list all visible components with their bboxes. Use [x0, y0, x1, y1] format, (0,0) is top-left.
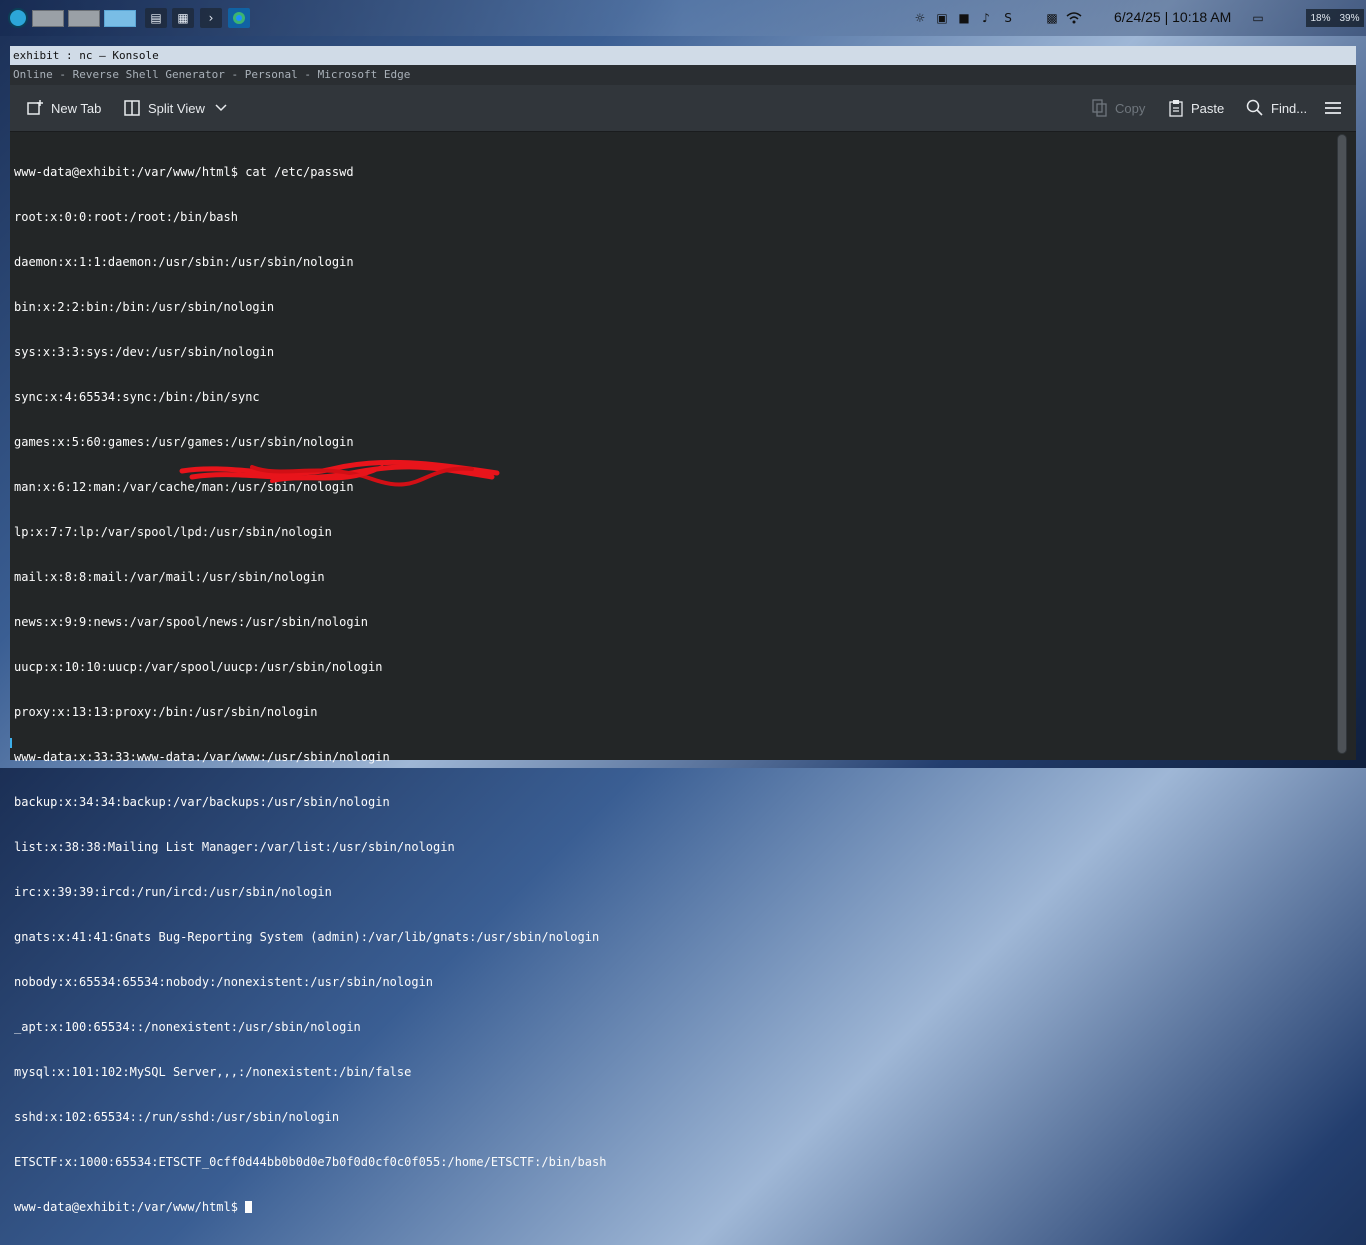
copy-icon: [1092, 99, 1107, 117]
volume-icon[interactable]: ♪: [978, 10, 994, 26]
new-tab-icon: [27, 100, 43, 115]
system-monitor-icon[interactable]: ▤: [145, 8, 167, 28]
file-manager-icon[interactable]: ▦: [172, 8, 194, 28]
terminal-line: games:x:5:60:games:/usr/games:/usr/sbin/…: [14, 435, 354, 449]
terminal-line: sshd:x:102:65534::/run/sshd:/usr/sbin/no…: [14, 1110, 340, 1124]
paste-label: Paste: [1191, 100, 1225, 116]
paste-button[interactable]: Paste: [1168, 85, 1224, 131]
notifications-icon[interactable]: ☼: [912, 10, 928, 26]
terminal-line: ETSCTF:x:1000:65534:ETSCTF_0cff0d44bb0b0…: [14, 1155, 607, 1169]
terminal-line: _apt:x:100:65534::/nonexistent:/usr/sbin…: [14, 1020, 361, 1034]
terminal-line: list:x:38:38:Mailing List Manager:/var/l…: [14, 840, 455, 854]
terminal-prompt-line: www-data@exhibit:/var/www/html$: [14, 1200, 1335, 1215]
terminal-line: root:x:0:0:root:/root:/bin/bash: [14, 210, 238, 224]
chevron-down-icon[interactable]: [215, 104, 227, 112]
terminal-line: mail:x:8:8:mail:/var/mail:/usr/sbin/nolo…: [14, 570, 325, 584]
terminal-line: news:x:9:9:news:/var/spool/news:/usr/sbi…: [14, 615, 369, 629]
find-button[interactable]: Find...: [1246, 85, 1307, 131]
red-scribble-redaction: [179, 459, 500, 487]
text-cursor: [245, 1201, 253, 1213]
konsole-window: exhibit : nc — Konsole Online - Reverse …: [10, 46, 1356, 1214]
terminal-line: daemon:x:1:1:daemon:/usr/sbin:/usr/sbin/…: [14, 255, 354, 269]
virtual-desktop-1[interactable]: [32, 10, 64, 27]
bluetooth-icon[interactable]: Ѕ: [1000, 10, 1016, 26]
window-subtitle: Online - Reverse Shell Generator - Perso…: [10, 65, 1356, 85]
top-panel: ▤ ▦ › ☼ ▣ ■ ♪ Ѕ ▩ 6/24/25 | 10:18 AM ▭ 1…: [0, 0, 1366, 36]
terminal-line: lp:x:7:7:lp:/var/spool/lpd:/usr/sbin/nol…: [14, 525, 332, 539]
terminal-line: mysql:x:101:102:MySQL Server,,,:/nonexis…: [14, 1065, 412, 1079]
display-icon[interactable]: ▩: [1044, 10, 1060, 26]
window-title[interactable]: exhibit : nc — Konsole: [10, 46, 1356, 65]
clipboard-icon[interactable]: ▣: [934, 10, 950, 26]
terminal-lines: www-data@exhibit:/var/www/html$ cat /etc…: [10, 132, 1335, 1245]
search-icon: [1246, 99, 1263, 116]
new-tab-button[interactable]: New Tab: [26, 85, 101, 131]
terminal-line: www-data:x:33:33:www-data:/var/www:/usr/…: [14, 750, 390, 764]
wifi-icon[interactable]: [1066, 10, 1082, 26]
terminal-line: sync:x:4:65534:sync:/bin:/bin/sync: [14, 390, 260, 404]
terminal-line: proxy:x:13:13:proxy:/bin:/usr/sbin/nolog…: [14, 705, 318, 719]
split-view-button[interactable]: Split View: [123, 85, 234, 131]
terminal-line: nobody:x:65534:65534:nobody:/nonexistent…: [14, 975, 434, 989]
copy-button[interactable]: Copy: [1092, 85, 1145, 131]
show-desktop-icon[interactable]: ▭: [1250, 10, 1266, 26]
terminal-prompt: www-data@exhibit:/var/www/html$: [14, 1200, 246, 1214]
terminal-line: backup:x:34:34:backup:/var/backups:/usr/…: [14, 795, 390, 809]
find-label: Find...: [1271, 100, 1308, 116]
terminal-line: sys:x:3:3:sys:/dev:/usr/sbin/nologin: [14, 345, 275, 359]
terminal-icon[interactable]: ›: [200, 8, 222, 28]
split-view-label: Split View: [148, 100, 205, 116]
terminal-line: irc:x:39:39:ircd:/run/ircd:/usr/sbin/nol…: [14, 885, 332, 899]
terminal-line: bin:x:2:2:bin:/bin:/usr/sbin/nologin: [14, 300, 275, 314]
app-launcher-icon[interactable]: [8, 8, 28, 28]
new-tab-label: New Tab: [51, 100, 102, 116]
terminal-line: gnats:x:41:41:Gnats Bug-Reporting System…: [14, 930, 600, 944]
split-view-icon: [124, 100, 140, 116]
hamburger-menu-icon[interactable]: [1324, 85, 1349, 131]
cpu-usage: 18%: [1310, 12, 1331, 24]
copy-label: Copy: [1115, 100, 1146, 116]
terminal-line: www-data@exhibit:/var/www/html$ cat /etc…: [14, 165, 354, 179]
clock[interactable]: 6/24/25 | 10:18 AM: [1114, 9, 1231, 25]
scrollbar-thumb[interactable]: [1338, 135, 1346, 753]
terminal-output[interactable]: www-data@exhibit:/var/www/html$ cat /etc…: [10, 132, 1335, 1214]
paste-icon: [1169, 100, 1183, 117]
memory-usage: 39%: [1339, 12, 1360, 24]
edge-browser-icon[interactable]: [228, 8, 250, 28]
vertical-scrollbar[interactable]: [1337, 134, 1347, 754]
terminal-line: uucp:x:10:10:uucp:/var/spool/uucp:/usr/s…: [14, 660, 383, 674]
media-icon[interactable]: ■: [956, 10, 972, 26]
resize-edge-indicator: [10, 738, 12, 748]
system-monitor-widget[interactable]: 18% 39%: [1306, 9, 1364, 27]
virtual-desktop-3[interactable]: [104, 10, 136, 27]
toolbar: New Tab Split View Copy Paste Find...: [10, 85, 1356, 132]
virtual-desktop-2[interactable]: [68, 10, 100, 27]
